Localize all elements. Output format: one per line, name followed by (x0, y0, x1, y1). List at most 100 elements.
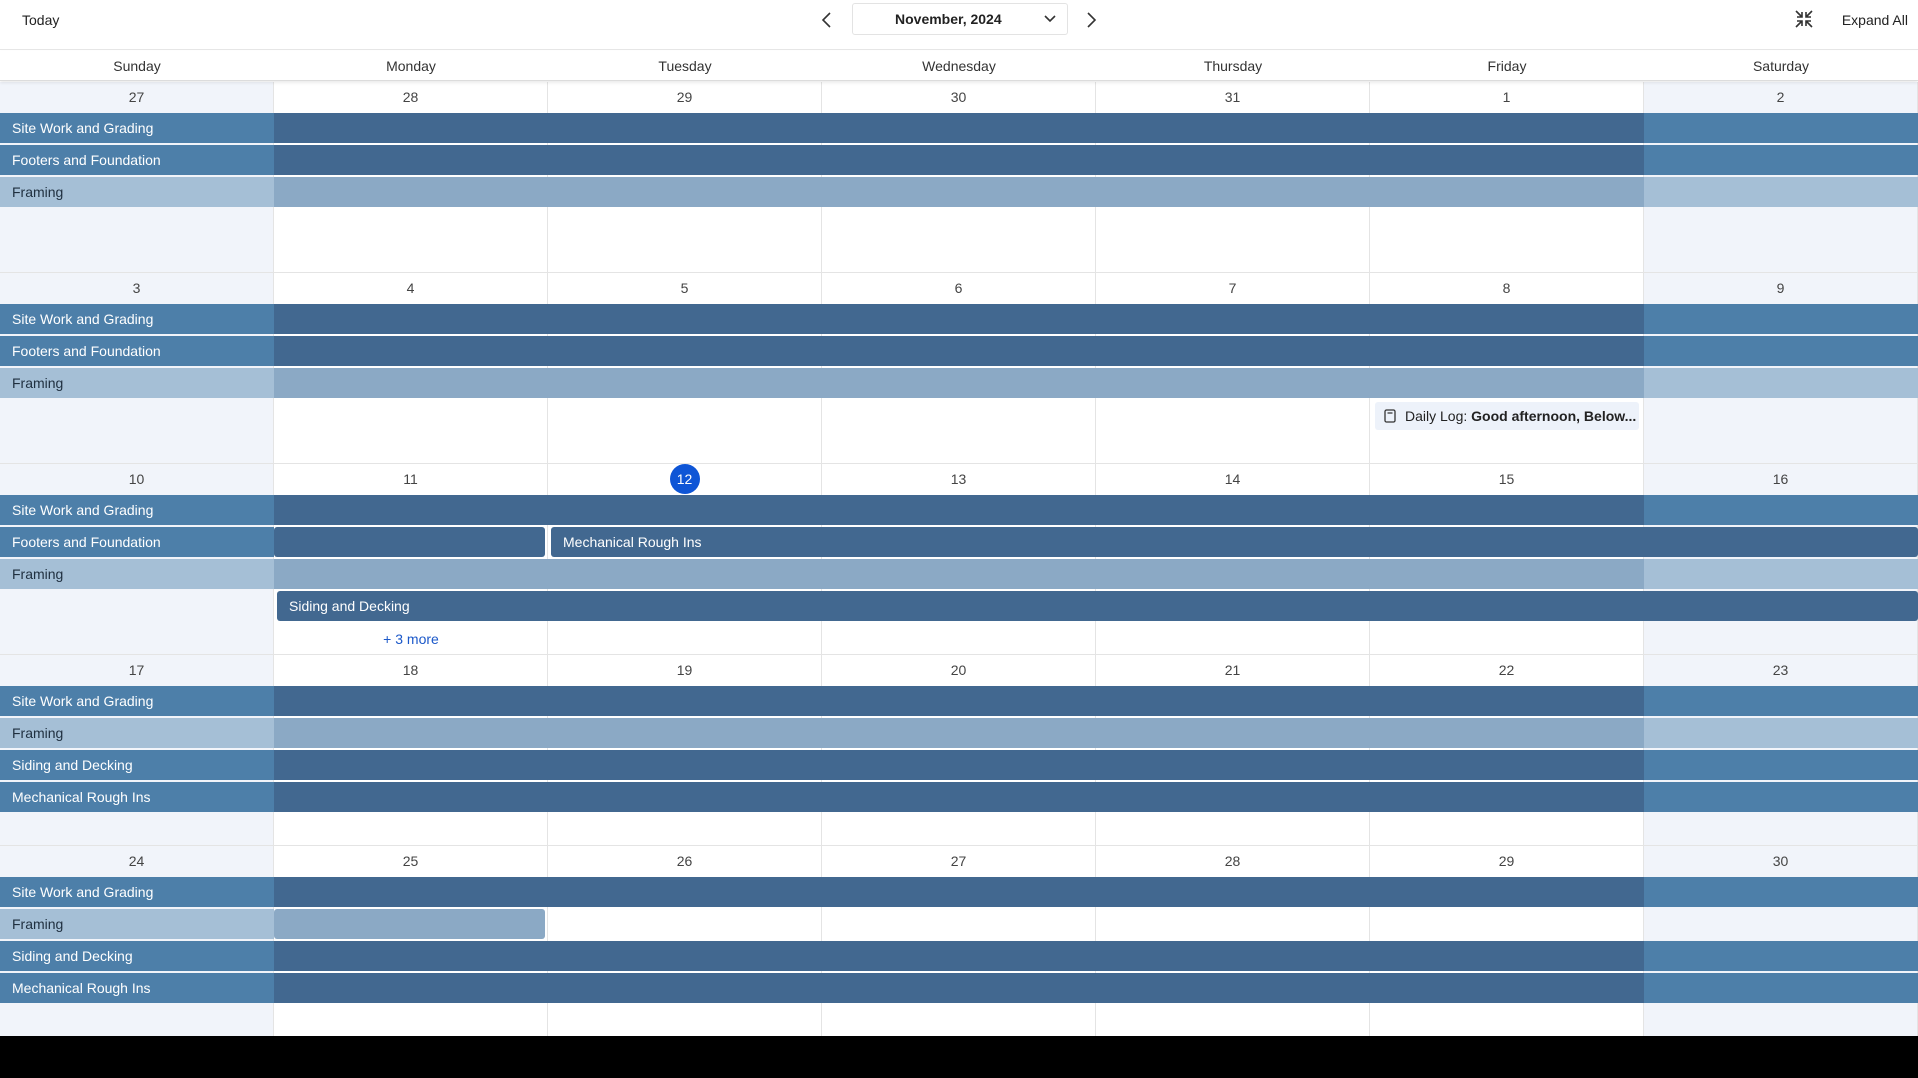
day-number[interactable]: 27 (0, 82, 273, 112)
day-number[interactable]: 11 (274, 464, 547, 494)
event-bar[interactable] (1644, 718, 1918, 748)
event-bar[interactable] (274, 177, 1644, 207)
event-bar[interactable] (274, 718, 1644, 748)
day-number[interactable]: 25 (274, 846, 547, 876)
event-bar[interactable] (274, 145, 1644, 175)
event-bar-label[interactable]: Siding and Decking (0, 750, 274, 780)
day-number[interactable]: 3 (0, 273, 273, 303)
today-day-number[interactable]: 12 (548, 464, 821, 494)
event-bar[interactable] (1644, 941, 1918, 971)
event-bar-label[interactable]: Framing (0, 177, 274, 207)
day-number[interactable]: 15 (1370, 464, 1643, 494)
event-bar[interactable] (1644, 177, 1918, 207)
event-bar-label[interactable]: Mechanical Rough Ins (0, 782, 274, 812)
day-number[interactable]: 14 (1096, 464, 1369, 494)
event-bar-label[interactable]: Framing (0, 368, 274, 398)
show-more-link[interactable]: + 3 more (274, 631, 548, 647)
day-number-text: 18 (402, 662, 419, 678)
day-number[interactable]: 30 (822, 82, 1095, 112)
event-bar[interactable] (274, 368, 1644, 398)
day-number[interactable]: 10 (0, 464, 273, 494)
day-number[interactable]: 7 (1096, 273, 1369, 303)
daily-log-chip[interactable]: Daily Log: Good afternoon, Below... (1375, 402, 1639, 430)
event-bar-label[interactable]: Siding and Decking (0, 941, 274, 971)
event-bar-label[interactable]: Site Work and Grading (0, 113, 274, 143)
month-selector[interactable]: November, 2024 (852, 3, 1068, 35)
day-number[interactable]: 8 (1370, 273, 1643, 303)
event-bar[interactable] (1644, 686, 1918, 716)
event-bar[interactable]: Mechanical Rough Ins (551, 527, 1918, 557)
calendar-toolbar: Today November, 2024 Expand All (0, 0, 1918, 50)
event-bar[interactable] (274, 750, 1644, 780)
event-row: Framing (0, 559, 1918, 589)
event-bar[interactable] (1644, 559, 1918, 589)
day-number[interactable]: 13 (822, 464, 1095, 494)
event-bar[interactable] (1644, 750, 1918, 780)
event-bar-label[interactable]: Footers and Foundation (0, 145, 274, 175)
event-bar[interactable] (1644, 973, 1918, 1003)
event-bar[interactable] (1644, 145, 1918, 175)
event-bar[interactable] (274, 941, 1644, 971)
event-bar[interactable]: Siding and Decking (277, 591, 1918, 621)
event-row: Framing (0, 368, 1918, 398)
event-bar[interactable] (274, 495, 1644, 525)
event-bar[interactable] (274, 686, 1644, 716)
event-bar-label[interactable]: Site Work and Grading (0, 495, 274, 525)
event-row: Mechanical Rough Ins (0, 973, 1918, 1003)
event-bar-label[interactable]: Site Work and Grading (0, 304, 274, 334)
day-number[interactable]: 22 (1370, 655, 1643, 685)
collapse-button[interactable] (1791, 6, 1817, 32)
expand-all-button[interactable]: Expand All (1842, 8, 1908, 32)
event-bar[interactable] (274, 304, 1644, 334)
event-bar-label[interactable]: Framing (0, 559, 274, 589)
event-bar[interactable] (1644, 877, 1918, 907)
event-bar[interactable] (274, 973, 1644, 1003)
day-number[interactable]: 18 (274, 655, 547, 685)
event-bar[interactable] (1644, 368, 1918, 398)
day-number[interactable]: 1 (1370, 82, 1643, 112)
event-bar[interactable] (1644, 495, 1918, 525)
event-bar[interactable] (1644, 336, 1918, 366)
day-number[interactable]: 29 (1370, 846, 1643, 876)
day-number[interactable]: 29 (548, 82, 821, 112)
day-number[interactable]: 23 (1644, 655, 1917, 685)
day-number[interactable]: 5 (548, 273, 821, 303)
today-button[interactable]: Today (12, 8, 69, 32)
day-number[interactable]: 6 (822, 273, 1095, 303)
event-bar-label[interactable]: Site Work and Grading (0, 686, 274, 716)
day-number[interactable]: 17 (0, 655, 273, 685)
day-number[interactable]: 21 (1096, 655, 1369, 685)
event-bar-label[interactable]: Site Work and Grading (0, 877, 274, 907)
event-bar-label[interactable]: Mechanical Rough Ins (0, 973, 274, 1003)
day-number[interactable]: 4 (274, 273, 547, 303)
day-number-text: 10 (128, 471, 145, 487)
day-number[interactable]: 27 (822, 846, 1095, 876)
day-number[interactable]: 31 (1096, 82, 1369, 112)
day-number[interactable]: 28 (1096, 846, 1369, 876)
event-bar[interactable] (1644, 304, 1918, 334)
chevron-right-icon (1087, 12, 1097, 28)
day-number[interactable]: 30 (1644, 846, 1917, 876)
day-number[interactable]: 20 (822, 655, 1095, 685)
next-month-button[interactable] (1078, 7, 1104, 33)
day-number[interactable]: 16 (1644, 464, 1917, 494)
event-bar[interactable] (274, 909, 545, 939)
event-bar[interactable] (274, 559, 1644, 589)
day-number[interactable]: 24 (0, 846, 273, 876)
day-number[interactable]: 9 (1644, 273, 1917, 303)
day-number[interactable]: 19 (548, 655, 821, 685)
day-number-text: 22 (1498, 662, 1515, 678)
event-bar[interactable] (274, 113, 1644, 143)
event-bar[interactable] (1644, 113, 1918, 143)
event-bar[interactable] (274, 782, 1644, 812)
day-number[interactable]: 28 (274, 82, 547, 112)
event-bar[interactable] (274, 877, 1644, 907)
day-number[interactable]: 26 (548, 846, 821, 876)
event-bar-label[interactable]: Footers and Foundation (0, 336, 274, 366)
previous-month-button[interactable] (814, 7, 840, 33)
event-bar[interactable] (1644, 782, 1918, 812)
event-bar[interactable] (274, 336, 1644, 366)
day-number[interactable]: 2 (1644, 82, 1917, 112)
event-bar-label[interactable]: Framing (0, 909, 274, 939)
event-bar-label[interactable]: Framing (0, 718, 274, 748)
